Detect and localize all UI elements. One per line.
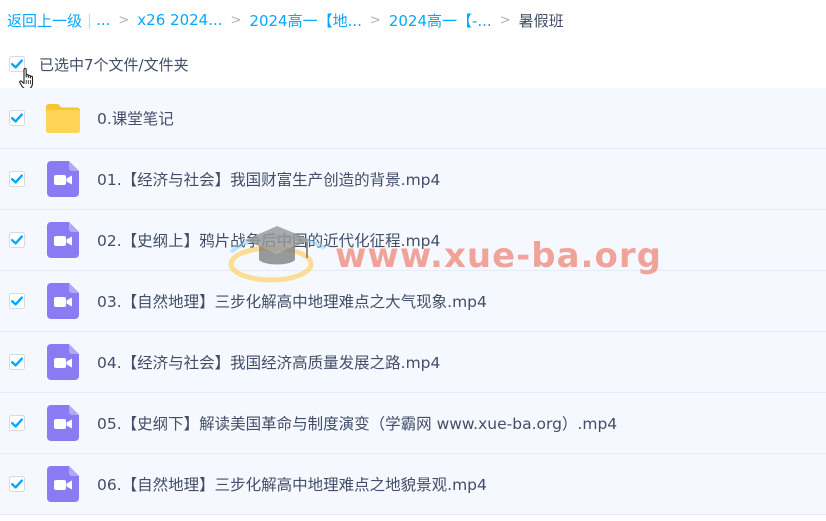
list-item[interactable]: 06.【自然地理】三步化解高中地理难点之地貌景观.mp4 xyxy=(0,454,826,515)
video-file-icon xyxy=(44,343,82,381)
item-checkbox[interactable] xyxy=(9,415,25,431)
checkmark-icon xyxy=(9,110,25,126)
checkmark-icon xyxy=(9,354,25,370)
file-name[interactable]: 03.【自然地理】三步化解高中地理难点之大气现象.mp4 xyxy=(97,290,487,312)
video-file-icon xyxy=(44,465,82,503)
list-item[interactable]: 02.【史纲上】鸦片战争后中国的近代化征程.mp4 xyxy=(0,210,826,271)
list-item[interactable]: 0.课堂笔记 xyxy=(0,88,826,149)
chevron-right-icon: > xyxy=(369,12,381,28)
video-file-icon xyxy=(44,221,82,259)
video-file-icon xyxy=(44,160,82,198)
folder-icon xyxy=(44,99,82,137)
breadcrumb-divider: | xyxy=(87,11,93,29)
checkmark-icon xyxy=(9,232,25,248)
breadcrumb-ellipsis[interactable]: ... xyxy=(96,11,110,29)
item-checkbox[interactable] xyxy=(9,110,25,126)
list-item[interactable]: 01.【经济与社会】我国财富生产创造的背景.mp4 xyxy=(0,149,826,210)
checkmark-icon xyxy=(9,171,25,187)
file-name[interactable]: 04.【经济与社会】我国经济高质量发展之路.mp4 xyxy=(97,351,440,373)
checkmark-icon xyxy=(9,293,25,309)
video-file-icon xyxy=(44,282,82,320)
checkmark-icon xyxy=(9,476,25,492)
breadcrumb-item-x26[interactable]: x26 2024... xyxy=(137,11,222,29)
breadcrumb-item-geo[interactable]: 2024高一【地... xyxy=(249,10,361,31)
checkmark-icon xyxy=(9,415,25,431)
list-item[interactable]: 03.【自然地理】三步化解高中地理难点之大气现象.mp4 xyxy=(0,271,826,332)
back-link[interactable]: 返回上一级 xyxy=(7,10,82,31)
chevron-right-icon: > xyxy=(118,12,130,28)
file-name[interactable]: 02.【史纲上】鸦片战争后中国的近代化征程.mp4 xyxy=(97,229,440,251)
selection-bar: 已选中7个文件/文件夹 xyxy=(0,44,826,84)
file-name[interactable]: 06.【自然地理】三步化解高中地理难点之地貌景观.mp4 xyxy=(97,473,487,495)
file-name[interactable]: 05.【史纲下】解读美国革命与制度演变（学霸网 www.xue-ba.org）.… xyxy=(97,412,617,434)
breadcrumb-item-sub[interactable]: 2024高一【-... xyxy=(389,10,492,31)
chevron-right-icon: > xyxy=(499,12,511,28)
file-name[interactable]: 01.【经济与社会】我国财富生产创造的背景.mp4 xyxy=(97,168,440,190)
file-list: 0.课堂笔记 01.【经济与社会】我国财富生产创造的背景.mp4 02.【史纲上… xyxy=(0,88,826,515)
selection-count: 已选中7个文件/文件夹 xyxy=(39,55,189,74)
list-item[interactable]: 05.【史纲下】解读美国革命与制度演变（学霸网 www.xue-ba.org）.… xyxy=(0,393,826,454)
item-checkbox[interactable] xyxy=(9,232,25,248)
item-checkbox[interactable] xyxy=(9,476,25,492)
item-checkbox[interactable] xyxy=(9,293,25,309)
item-checkbox[interactable] xyxy=(9,354,25,370)
file-name[interactable]: 0.课堂笔记 xyxy=(97,107,174,129)
item-checkbox[interactable] xyxy=(9,171,25,187)
chevron-right-icon: > xyxy=(230,12,242,28)
list-item[interactable]: 04.【经济与社会】我国经济高质量发展之路.mp4 xyxy=(0,332,826,393)
breadcrumb-current: 暑假班 xyxy=(518,11,564,30)
video-file-icon xyxy=(44,404,82,442)
breadcrumb: 返回上一级 | ... > x26 2024... > 2024高一【地... … xyxy=(0,0,826,40)
